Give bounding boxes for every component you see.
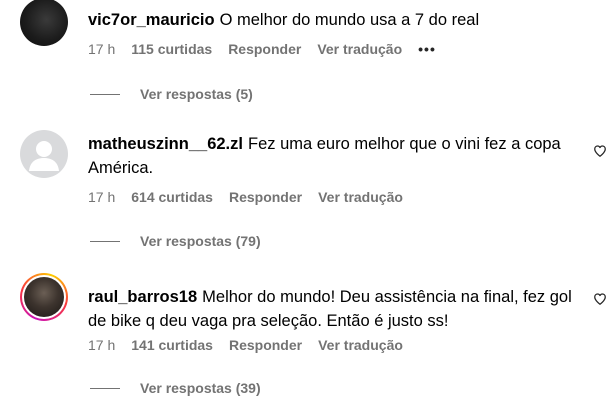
view-replies-button[interactable]: Ver respostas (79) — [90, 233, 261, 249]
default-user-icon — [29, 141, 59, 171]
story-ring — [22, 275, 66, 319]
comment-item: matheuszinn__62.zl Fez uma euro melhor qu… — [0, 120, 615, 255]
replies-divider-line — [90, 93, 120, 95]
comment-text-block: vic7or_mauricio O melhor do mundo usa a 7… — [88, 8, 578, 32]
likes-count[interactable]: 614 curtidas — [131, 189, 213, 205]
comment-username[interactable]: vic7or_mauricio — [88, 11, 215, 29]
comment-meta: 17 h 614 curtidas Responder Ver tradução — [88, 189, 419, 205]
reply-button[interactable]: Responder — [229, 189, 302, 205]
translate-button[interactable]: Ver tradução — [318, 337, 403, 353]
comment-username[interactable]: raul_barros18 — [88, 288, 197, 306]
avatar[interactable] — [20, 0, 68, 46]
like-heart-icon[interactable] — [593, 292, 607, 306]
reply-button[interactable]: Responder — [228, 41, 301, 57]
translate-button[interactable]: Ver tradução — [317, 41, 402, 57]
reply-button[interactable]: Responder — [229, 337, 302, 353]
avatar[interactable] — [20, 273, 68, 321]
view-replies-label: Ver respostas (5) — [140, 86, 253, 102]
comment-text-block: matheuszinn__62.zl Fez uma euro melhor qu… — [88, 132, 578, 180]
likes-count[interactable]: 115 curtidas — [131, 41, 212, 57]
replies-divider-line — [90, 387, 120, 389]
comment-username[interactable]: matheuszinn__62.zl — [88, 135, 243, 153]
likes-count[interactable]: 141 curtidas — [131, 337, 213, 353]
comment-time[interactable]: 17 h — [88, 41, 115, 57]
comment-text-block: raul_barros18 Melhor do mundo! Deu assist… — [88, 285, 578, 333]
view-replies-button[interactable]: Ver respostas (5) — [90, 86, 253, 102]
avatar[interactable] — [20, 130, 68, 178]
view-replies-button[interactable]: Ver respostas (39) — [90, 380, 261, 396]
replies-divider-line — [90, 240, 120, 242]
view-replies-label: Ver respostas (79) — [140, 233, 261, 249]
more-options-icon[interactable]: ••• — [418, 41, 436, 57]
like-heart-icon[interactable] — [593, 144, 607, 158]
comment-body: O melhor do mundo usa a 7 do real — [219, 11, 480, 29]
view-replies-label: Ver respostas (39) — [140, 380, 261, 396]
comment-time[interactable]: 17 h — [88, 337, 115, 353]
avatar-photo — [24, 277, 64, 317]
comment-item: vic7or_mauricio O melhor do mundo usa a 7… — [0, 0, 615, 115]
translate-button[interactable]: Ver tradução — [318, 189, 403, 205]
comment-item: raul_barros18 Melhor do mundo! Deu assist… — [0, 265, 615, 405]
comment-meta: 17 h 115 curtidas Responder Ver tradução ••• — [88, 41, 452, 57]
comment-meta: 17 h 141 curtidas Responder Ver tradução — [88, 337, 419, 353]
comment-time[interactable]: 17 h — [88, 189, 115, 205]
